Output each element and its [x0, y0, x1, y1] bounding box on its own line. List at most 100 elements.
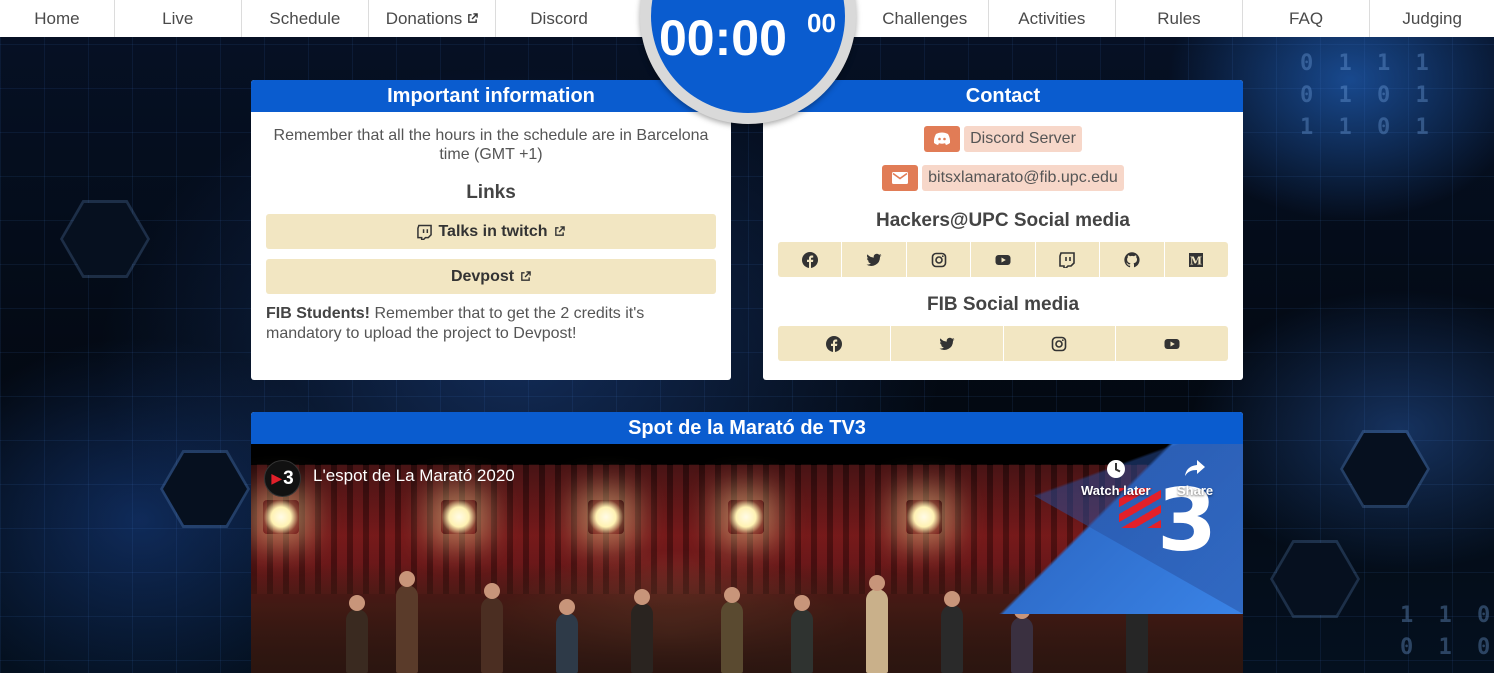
fib-twitter-button[interactable] — [890, 326, 1004, 361]
important-info-card: Important information Remember that all … — [251, 80, 731, 380]
nav-donations-label: Donations — [385, 8, 463, 28]
nav-activities-label: Activities — [1018, 8, 1086, 28]
video-person — [721, 587, 743, 673]
stage-light — [906, 500, 942, 534]
video-person — [1011, 603, 1033, 673]
links-heading: Links — [466, 182, 516, 203]
contact-title: Contact — [763, 80, 1243, 112]
stage-light — [441, 500, 477, 534]
countdown-time: 00:00 — [659, 10, 787, 66]
contact-card: Contact Discord Server bitsxlamarato@fib… — [763, 80, 1243, 380]
hackers-github-button[interactable] — [1100, 242, 1165, 277]
watch-later-button[interactable]: Watch later — [1081, 458, 1151, 498]
share-button[interactable]: Share — [1177, 458, 1213, 498]
nav-judging[interactable]: Judging — [1370, 0, 1494, 37]
hackers-facebook-button[interactable] — [778, 242, 843, 277]
video-person — [346, 595, 368, 673]
github-icon — [1124, 251, 1140, 267]
nav-faq[interactable]: FAQ — [1243, 0, 1371, 37]
channel-avatar-play-icon: ▶ — [271, 470, 283, 486]
twitter-icon — [866, 253, 882, 266]
stage-light — [588, 500, 624, 534]
discord-icon-box — [924, 126, 961, 152]
stage-light — [728, 500, 764, 534]
nav-home[interactable]: Home — [0, 0, 115, 37]
important-info-title: Important information — [251, 80, 731, 112]
nav-live-label: Live — [162, 8, 194, 28]
nav-live[interactable]: Live — [115, 0, 242, 37]
email-icon-box — [882, 165, 919, 191]
twitch-talks-button[interactable]: Talks in twitch — [266, 214, 716, 249]
discord-icon — [934, 132, 951, 145]
nav-rules[interactable]: Rules — [1116, 0, 1243, 37]
svg-text:M: M — [1190, 254, 1202, 267]
youtube-video-player[interactable]: 3 ▶ 3 L'espot de La Marató 2020 Watch lat… — [251, 444, 1243, 673]
video-title[interactable]: L'espot de La Marató 2020 — [313, 466, 515, 486]
hackers-twitch-button[interactable] — [1035, 242, 1101, 277]
envelope-icon — [892, 172, 909, 184]
video-section-title: Spot de la Marató de TV3 — [251, 412, 1243, 444]
twitch-icon — [1059, 251, 1076, 268]
twitch-icon — [417, 224, 433, 240]
nav-donations[interactable]: Donations — [369, 0, 496, 37]
youtube-icon — [1164, 338, 1180, 349]
hackers-instagram-button[interactable] — [906, 242, 972, 277]
clock-icon — [1106, 460, 1125, 478]
twitch-talks-label: Talks in twitch — [438, 222, 548, 240]
video-section: Spot de la Marató de TV3 3 ▶ 3 L'espot de… — [251, 412, 1243, 673]
facebook-icon — [825, 335, 842, 352]
fib-facebook-button[interactable] — [778, 326, 891, 361]
nav-discord-label: Discord — [530, 8, 588, 28]
twitter-icon — [939, 337, 955, 350]
channel-avatar-label: 3 — [283, 467, 294, 489]
background-binary-decoration: 0 1 1 1 0 1 0 1 1 1 0 1 — [1300, 51, 1435, 140]
nav-faq-label: FAQ — [1289, 8, 1324, 28]
instagram-icon — [931, 252, 946, 267]
hackers-twitter-button[interactable] — [842, 242, 907, 277]
video-person — [481, 583, 503, 673]
nav-home-label: Home — [34, 8, 80, 28]
youtube-icon — [995, 254, 1011, 265]
nav-activities[interactable]: Activities — [989, 0, 1117, 37]
stage-light — [263, 500, 299, 534]
fib-students-bold: FIB Students! — [266, 305, 370, 322]
watch-later-label: Watch later — [1081, 483, 1151, 498]
fib-social-buttons — [778, 326, 1228, 361]
share-icon — [1185, 460, 1206, 476]
video-person — [791, 595, 813, 673]
countdown-seconds: 00 — [807, 8, 836, 38]
facebook-icon — [801, 251, 818, 268]
devpost-button[interactable]: Devpost — [266, 259, 716, 294]
video-person — [396, 571, 418, 673]
nav-schedule-label: Schedule — [269, 8, 341, 28]
discord-server-link[interactable]: Discord Server — [778, 126, 1228, 152]
email-link[interactable]: bitsxlamarato@fib.upc.edu — [778, 165, 1228, 191]
channel-avatar[interactable]: ▶ 3 — [264, 460, 301, 497]
nav-judging-label: Judging — [1402, 8, 1462, 28]
nav-challenges-label: Challenges — [882, 8, 968, 28]
email-label: bitsxlamarato@fib.upc.edu — [922, 165, 1124, 191]
external-link-icon — [554, 226, 565, 236]
fib-social-title: FIB Social media — [926, 294, 1080, 315]
video-person — [631, 589, 653, 673]
devpost-label: Devpost — [450, 267, 515, 285]
medium-icon: M — [1189, 252, 1204, 267]
fib-students-note: FIB Students! Remember that to get the 2… — [266, 304, 716, 344]
timezone-note: Remember that all the hours in the sched… — [273, 127, 709, 163]
hackers-social-title: Hackers@UPC Social media — [875, 210, 1131, 231]
background-binary-decoration-2: 1 1 0 1 0 1 0 — [1400, 603, 1494, 660]
nav-rules-label: Rules — [1157, 8, 1201, 28]
external-link-icon — [521, 271, 531, 281]
nav-discord[interactable]: Discord — [496, 0, 623, 37]
fib-instagram-button[interactable] — [1003, 326, 1117, 361]
nav-challenges[interactable]: Challenges — [862, 0, 989, 37]
video-person — [556, 599, 578, 673]
hackers-youtube-button[interactable] — [971, 242, 1036, 277]
share-label: Share — [1177, 483, 1214, 498]
hackers-medium-button[interactable]: M — [1164, 242, 1228, 277]
video-person — [866, 575, 888, 673]
fib-youtube-button[interactable] — [1116, 326, 1228, 361]
external-link-icon — [468, 13, 479, 23]
nav-schedule[interactable]: Schedule — [242, 0, 370, 37]
hackers-social-buttons: M — [778, 242, 1228, 277]
